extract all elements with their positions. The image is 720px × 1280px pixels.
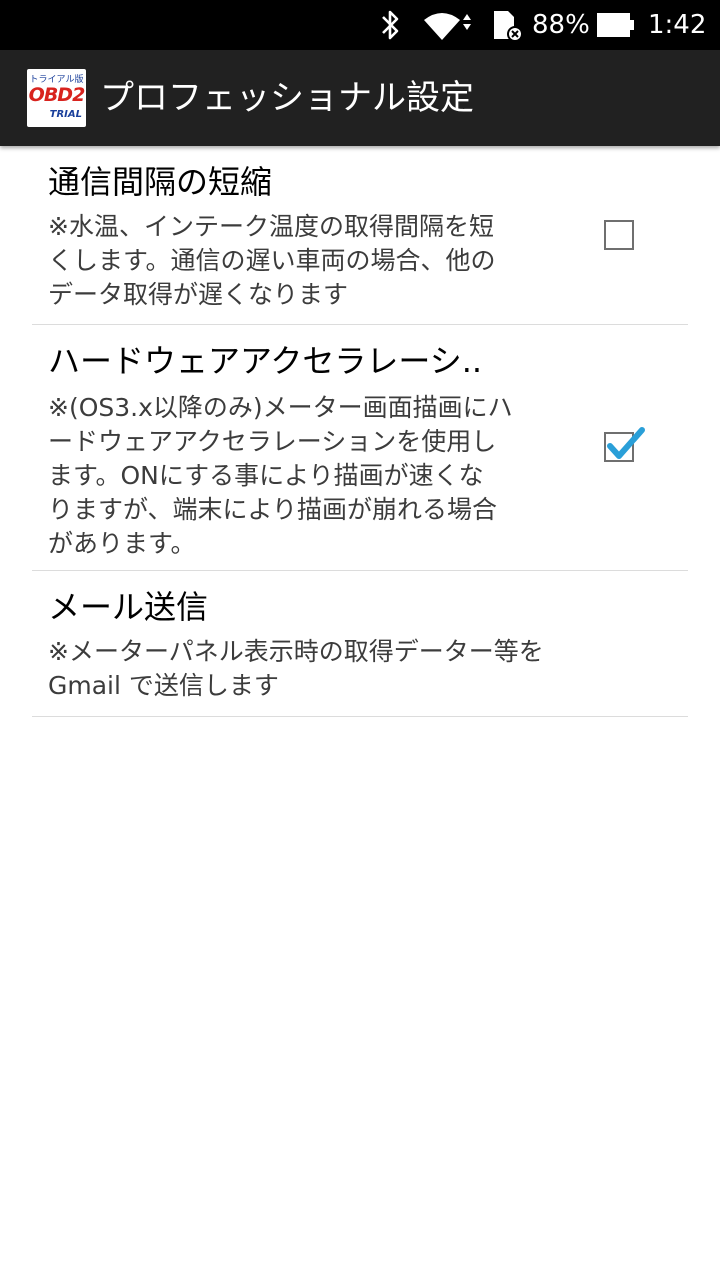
checkmark-icon [607,427,645,459]
pref-item-shorten-interval[interactable]: 通信間隔の短縮 ※水温、インテーク温度の取得間隔を短 くします。通信の遅い車両の… [32,146,688,325]
logo-bottom-text: TRIAL [49,109,82,120]
bluetooth-icon [376,0,404,50]
pref-item-send-mail[interactable]: メール送信 ※メーターパネル表示時の取得データー等を Gmail で送信します [32,571,688,717]
action-bar: トライアル版 OBD2 TRIAL プロフェッショナル設定 [0,50,720,146]
app-logo: トライアル版 OBD2 TRIAL [27,69,86,127]
sd-card-icon [490,0,526,50]
pref-summary: ※メーターパネル表示時の取得データー等を Gmail で送信します [48,637,544,700]
logo-main-text: OBD2 [28,84,86,106]
pref-title: ハードウェアアクセラレーシ.. [48,342,483,380]
preference-list: 通信間隔の短縮 ※水温、インテーク温度の取得間隔を短 くします。通信の遅い車両の… [32,146,688,717]
shorten-interval-checkbox[interactable] [604,220,634,250]
wifi-icon [422,0,478,50]
battery-icon [596,0,636,50]
pref-title: メール送信 [48,588,209,626]
pref-item-hardware-acceleration[interactable]: ハードウェアアクセラレーシ.. ※(OS3.x以降のみ)メーター画面描画にハ ー… [32,325,688,571]
hardware-acceleration-checkbox[interactable] [604,427,645,462]
status-bar: 88% 1:42 [0,0,720,50]
pref-summary: ※水温、インテーク温度の取得間隔を短 くします。通信の遅い車両の場合、他の デー… [48,212,496,309]
pref-title: 通信間隔の短縮 [48,163,273,201]
battery-percent: 88% [532,10,590,40]
pref-summary: ※(OS3.x以降のみ)メーター画面描画にハ ードウェアアクセラレーションを使用… [48,393,513,558]
clock: 1:42 [648,10,707,40]
page-title: プロフェッショナル設定 [100,78,474,118]
